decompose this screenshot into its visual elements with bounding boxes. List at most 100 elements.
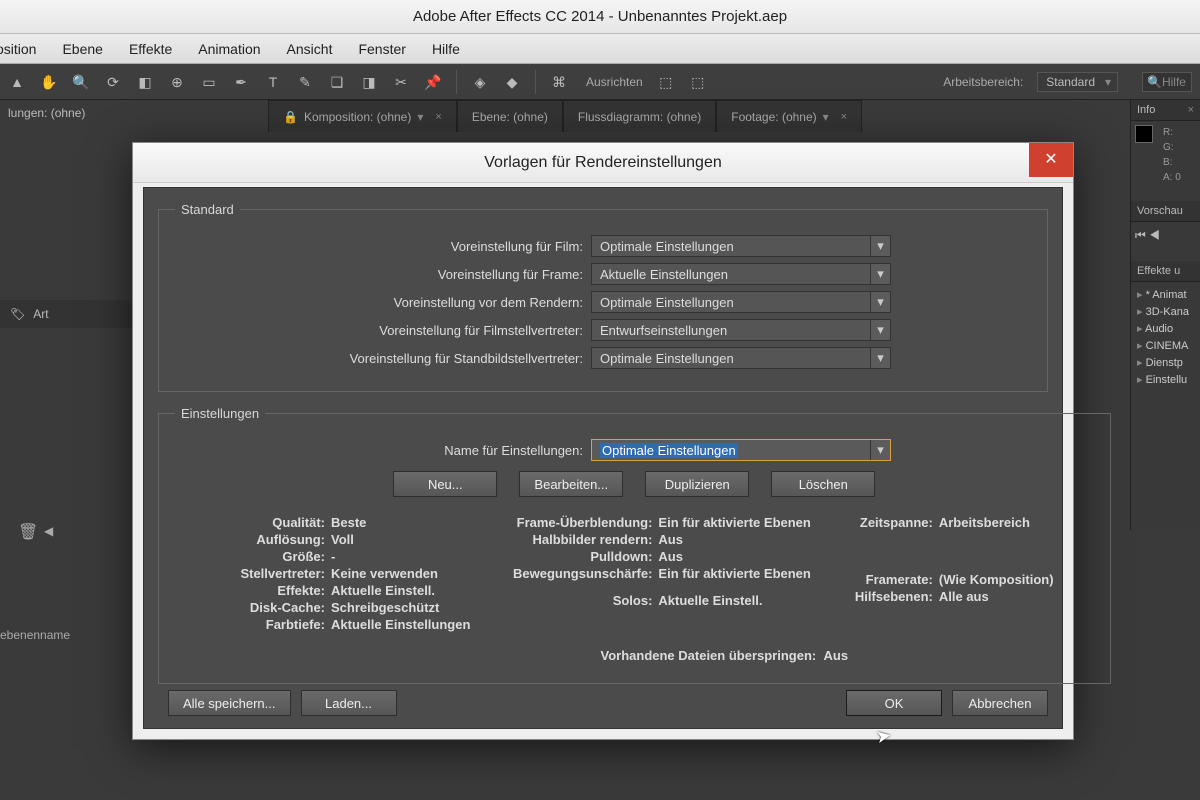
load-button[interactable]: Laden...: [301, 690, 397, 716]
menu-layer[interactable]: Ebene: [62, 41, 102, 57]
dropdown-preset-stillproxy[interactable]: Optimale Einstellungen▾: [591, 347, 891, 369]
align-opt2-icon[interactable]: ⬚: [689, 73, 707, 91]
duplicate-button[interactable]: Duplizieren: [645, 471, 749, 497]
nav-prev-icon[interactable]: ◀: [44, 524, 53, 538]
preview-panel-header[interactable]: Vorschau: [1131, 201, 1200, 222]
effects-cat-cinema[interactable]: CINEMA: [1133, 337, 1198, 354]
shape-tool-icon[interactable]: ▭: [200, 73, 218, 91]
dropdown-preset-frame[interactable]: Aktuelle Einstellungen▾: [591, 263, 891, 285]
selection-tool-icon[interactable]: ▲: [8, 73, 26, 91]
effects-cat-utility[interactable]: Dienstp: [1133, 354, 1198, 371]
menu-animation[interactable]: Animation: [198, 41, 260, 57]
tab-composition[interactable]: 🔒 Komposition: (ohne) ▾×: [268, 100, 457, 132]
value-frameblend: Ein für aktivierte Ebenen: [658, 515, 810, 530]
tab-footage[interactable]: Footage: (ohne) ▾ ×: [716, 100, 862, 132]
eraser-tool-icon[interactable]: ◨: [360, 73, 378, 91]
value-quality: Beste: [331, 515, 366, 530]
camera-tool-icon[interactable]: ◧: [136, 73, 154, 91]
tab-dropdown-icon[interactable]: ▾: [417, 110, 423, 124]
dropdown-value: Optimale Einstellungen: [600, 351, 734, 366]
button-label: Löschen: [799, 477, 848, 492]
combobox-settings-name[interactable]: Optimale Einstellungen▾: [591, 439, 891, 461]
column-art[interactable]: Art: [33, 307, 48, 321]
label-preset-stillproxy: Voreinstellung für Standbildstellvertret…: [175, 351, 591, 366]
dialog-footer: Alle speichern... Laden... OK Abbrechen: [158, 690, 1048, 716]
chevron-down-icon: ▾: [870, 320, 890, 340]
close-icon[interactable]: ×: [1188, 104, 1194, 116]
value-solos: Aktuelle Einstell.: [658, 593, 762, 608]
dialog-titlebar: Vorlagen für Rendereinstellungen ✕: [133, 143, 1073, 183]
search-placeholder: Hilfe: [1162, 75, 1186, 89]
label-proxy: Stellvertreter:: [215, 566, 331, 581]
clone-tool-icon[interactable]: ❏: [328, 73, 346, 91]
info-panel-header[interactable]: Info ×: [1131, 100, 1200, 121]
search-help-input[interactable]: 🔍 Hilfe: [1142, 72, 1192, 92]
toolbar-separator: [456, 70, 457, 94]
effects-cat-3dchannel[interactable]: 3D-Kana: [1133, 303, 1198, 320]
dropdown-preset-filmproxy[interactable]: Entwurfseinstellungen▾: [591, 319, 891, 341]
delete-button[interactable]: Löschen: [771, 471, 875, 497]
goto-start-icon[interactable]: ⏮: [1135, 228, 1146, 242]
dialog-title: Vorlagen für Rendereinstellungen: [484, 154, 722, 171]
workspace-dropdown[interactable]: Standard: [1037, 72, 1118, 92]
tab-flowchart[interactable]: Flussdiagramm: (ohne): [563, 100, 716, 132]
tab-dropdown-icon[interactable]: ▾: [823, 110, 829, 124]
hand-tool-icon[interactable]: ✋: [40, 73, 58, 91]
label-pulldown: Pulldown:: [488, 549, 658, 564]
dialog-close-button[interactable]: ✕: [1029, 143, 1073, 177]
new-button[interactable]: Neu...: [393, 471, 497, 497]
anchor-tool-icon[interactable]: ⊕: [168, 73, 186, 91]
misc-tool-icon[interactable]: ◈: [471, 73, 489, 91]
cancel-button[interactable]: Abbrechen: [952, 690, 1048, 716]
toolbar-separator: [535, 70, 536, 94]
effects-cat-audio[interactable]: Audio: [1133, 320, 1198, 337]
chevron-down-icon: ▾: [870, 440, 890, 460]
project-panel: lungen: (ohne): [0, 100, 134, 800]
value-effects: Aktuelle Einstell.: [331, 583, 435, 598]
render-settings-templates-dialog: Vorlagen für Rendereinstellungen ✕ Stand…: [132, 142, 1074, 740]
roto-tool-icon[interactable]: ✂: [392, 73, 410, 91]
dropdown-preset-film[interactable]: Optimale Einstellungen▾: [591, 235, 891, 257]
save-all-button[interactable]: Alle speichern...: [168, 690, 291, 716]
value-skip: Aus: [823, 648, 848, 663]
misc2-tool-icon[interactable]: ◆: [503, 73, 521, 91]
menu-composition[interactable]: osition: [0, 41, 36, 57]
button-label: OK: [885, 696, 904, 711]
label-solos: Solos:: [488, 593, 658, 608]
tab-label: Footage: (ohne): [731, 110, 816, 124]
tab-layer[interactable]: Ebene: (ohne): [457, 100, 563, 132]
label-halfimg: Halbbilder rendern:: [488, 532, 658, 547]
label-preset-prerender: Voreinstellung vor dem Rendern:: [175, 295, 591, 310]
prev-frame-icon[interactable]: ◀: [1149, 228, 1160, 242]
brush-tool-icon[interactable]: ✎: [296, 73, 314, 91]
value-proxy: Keine verwenden: [331, 566, 438, 581]
effects-cat-animation[interactable]: * Animat: [1133, 286, 1198, 303]
tab-label: Flussdiagramm: (ohne): [578, 110, 701, 124]
text-tool-icon[interactable]: T: [264, 73, 282, 91]
snap-icon[interactable]: ⌘: [550, 73, 568, 91]
rotate-tool-icon[interactable]: ⟳: [104, 73, 122, 91]
pen-tool-icon[interactable]: ✒: [232, 73, 250, 91]
value-halfimg: Aus: [658, 532, 683, 547]
close-icon[interactable]: ×: [841, 111, 847, 123]
menu-window[interactable]: Fenster: [358, 41, 405, 57]
tool-bar: ▲ ✋ 🔍 ⟳ ◧ ⊕ ▭ ✒ T ✎ ❏ ◨ ✂ 📌 ◈ ◆ ⌘ Ausric…: [0, 64, 1200, 100]
project-panel-tab[interactable]: lungen: (ohne): [0, 100, 134, 126]
menu-view[interactable]: Ansicht: [287, 41, 333, 57]
dropdown-preset-prerender[interactable]: Optimale Einstellungen▾: [591, 291, 891, 313]
effects-panel-header[interactable]: Effekte u: [1131, 261, 1200, 282]
chevron-down-icon: ▾: [870, 236, 890, 256]
menu-help[interactable]: Hilfe: [432, 41, 460, 57]
color-swatch: [1135, 125, 1153, 143]
puppet-tool-icon[interactable]: 📌: [424, 73, 442, 91]
edit-button[interactable]: Bearbeiten...: [519, 471, 623, 497]
zoom-tool-icon[interactable]: 🔍: [72, 73, 90, 91]
effects-cat-adjust[interactable]: Einstellu: [1133, 371, 1198, 388]
value-resolution: Voll: [331, 532, 354, 547]
menu-bar: osition Ebene Effekte Animation Ansicht …: [0, 34, 1200, 64]
ok-button[interactable]: OK: [846, 690, 942, 716]
menu-effects[interactable]: Effekte: [129, 41, 172, 57]
align-opt-icon[interactable]: ⬚: [657, 73, 675, 91]
trash-icon[interactable]: 🗑: [18, 522, 38, 542]
close-icon[interactable]: ×: [435, 111, 441, 123]
